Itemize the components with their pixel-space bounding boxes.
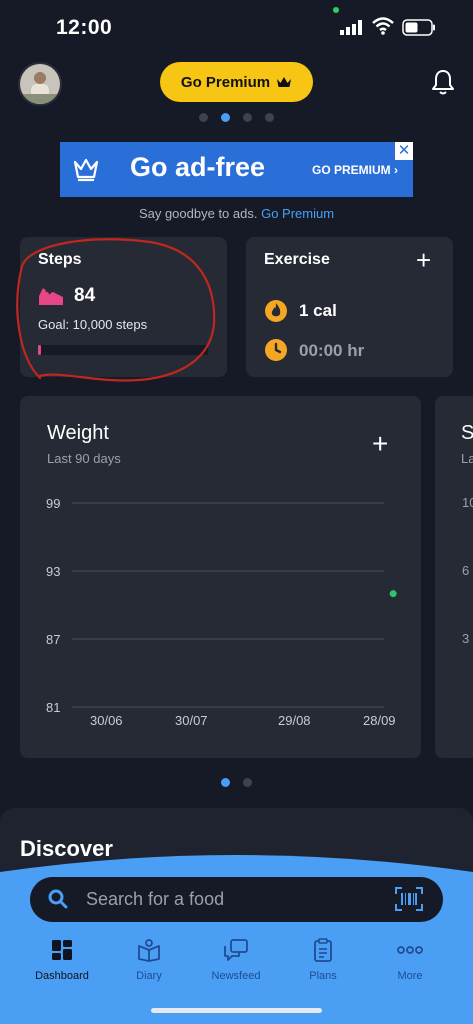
food-search-bar[interactable]: Search for a food xyxy=(30,877,443,922)
pager-dot-active[interactable] xyxy=(221,778,230,787)
diary-icon xyxy=(138,939,160,962)
header: Go Premium xyxy=(0,56,473,114)
add-exercise-button[interactable]: + xyxy=(416,247,431,273)
tab-dashboard[interactable]: Dashboard xyxy=(17,938,107,982)
avatar[interactable] xyxy=(18,62,62,106)
exercise-title: Exercise xyxy=(264,251,330,268)
next-card-tick: 6 xyxy=(462,563,470,578)
steps-title: Steps xyxy=(38,251,82,268)
barcode-scan-icon[interactable] xyxy=(395,887,423,911)
exercise-duration: 00:00 hr xyxy=(299,341,365,360)
ad-banner[interactable]: Go ad-free GO PREMIUM › ✕ xyxy=(60,142,413,197)
go-premium-button[interactable]: Go Premium xyxy=(160,62,313,102)
next-card-tick: 3 xyxy=(462,631,470,646)
tab-label: Dashboard xyxy=(35,970,89,982)
shoe-icon xyxy=(39,288,63,305)
tab-label: Diary xyxy=(136,970,162,982)
dashboard-screen: 12:00 Go Premium Go ad-free GO PREMIUM ›… xyxy=(0,0,473,1024)
ad-title: Go ad-free xyxy=(130,152,266,182)
tab-label: More xyxy=(397,970,423,982)
flame-icon xyxy=(265,300,287,322)
wifi-icon xyxy=(372,17,394,35)
chart-pager xyxy=(221,778,252,787)
steps-progress-fill xyxy=(38,345,41,355)
home-indicator xyxy=(151,1008,322,1013)
steps-progress-bar xyxy=(38,345,208,355)
status-bar: 12:00 xyxy=(0,0,473,60)
tab-more[interactable]: More xyxy=(365,938,455,982)
crown-icon xyxy=(277,76,292,87)
pager-dot[interactable] xyxy=(243,778,252,787)
exercise-calories: 1 cal xyxy=(299,301,337,320)
tab-plans[interactable]: Plans xyxy=(278,938,368,982)
go-premium-link[interactable]: Go Premium xyxy=(261,206,334,221)
steps-goal: Goal: 10,000 steps xyxy=(38,317,148,332)
signal-icon xyxy=(340,20,362,35)
tab-diary[interactable]: Diary xyxy=(104,938,194,982)
pager-dot-active[interactable] xyxy=(221,113,230,122)
pager-dot[interactable] xyxy=(265,113,274,122)
y-tick-label: 93 xyxy=(46,564,60,579)
steps-value: 84 xyxy=(74,285,96,306)
next-card-subtitle: La xyxy=(461,451,473,466)
status-time: 12:00 xyxy=(56,16,113,39)
x-tick-label: 28/09 xyxy=(363,713,396,728)
ad-close-button[interactable]: ✕ xyxy=(395,142,413,160)
bell-icon[interactable] xyxy=(430,68,456,96)
newsfeed-icon xyxy=(224,939,248,961)
exercise-card[interactable]: Exercise + 1 cal 00:00 hr xyxy=(246,237,453,377)
crown-icon xyxy=(73,158,99,182)
tab-label: Newsfeed xyxy=(211,970,261,982)
ad-cta[interactable]: GO PREMIUM › xyxy=(312,163,398,177)
pager-dot[interactable] xyxy=(243,113,252,122)
profile-photo-icon xyxy=(20,64,60,104)
tab-label: Plans xyxy=(309,970,337,982)
more-icon xyxy=(397,946,423,954)
next-card-title: S xyxy=(461,422,473,444)
next-chart-card[interactable]: S La 10 6 3 xyxy=(435,396,473,758)
y-tick-label: 81 xyxy=(46,700,60,715)
bottom-tab-bar: Dashboard Diary Newsfeed Plans More xyxy=(0,938,473,998)
x-tick-label: 30/07 xyxy=(175,713,208,728)
premium-label: Go Premium xyxy=(180,73,271,91)
top-pager xyxy=(199,113,274,122)
pager-dot[interactable] xyxy=(199,113,208,122)
y-tick-label: 87 xyxy=(46,632,60,647)
weight-chart: 99 93 87 81 30/06 30/07 29/08 28/09 xyxy=(46,496,397,728)
tab-newsfeed[interactable]: Newsfeed xyxy=(191,938,281,982)
weight-card[interactable]: Weight Last 90 days + 99 93 87 81 30/06 30/07… xyxy=(20,396,421,758)
clock-icon xyxy=(265,339,287,361)
dashboard-icon xyxy=(52,940,72,960)
camera-indicator xyxy=(333,7,339,13)
plans-icon xyxy=(314,938,332,962)
next-card-tick: 10 xyxy=(462,495,473,510)
x-tick-label: 29/08 xyxy=(278,713,311,728)
ad-caption-text: Say goodbye to ads. xyxy=(138,206,258,221)
weight-point[interactable] xyxy=(389,590,397,598)
x-tick-label: 30/06 xyxy=(90,713,123,728)
steps-card[interactable]: Steps 84 Goal: 10,000 steps xyxy=(20,237,227,377)
ad-caption: Say goodbye to ads. Go Premium xyxy=(0,206,473,221)
battery-icon xyxy=(402,19,435,36)
y-tick-label: 99 xyxy=(46,496,60,511)
search-icon xyxy=(48,889,68,909)
search-input[interactable]: Search for a food xyxy=(86,889,224,910)
